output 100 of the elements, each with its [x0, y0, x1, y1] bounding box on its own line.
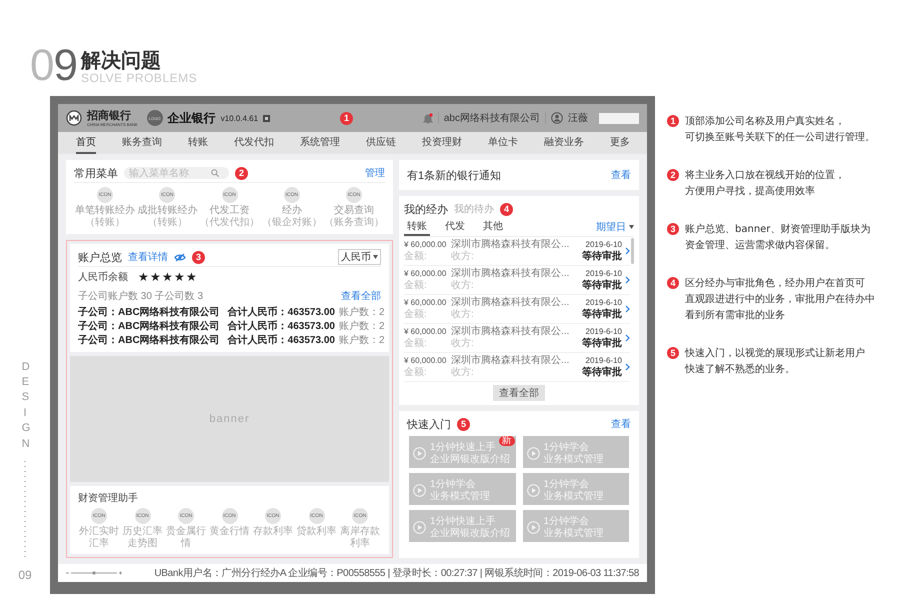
tool-item[interactable]: 离岸存款利率 [340, 526, 380, 550]
menu-item-category: （账务查询） [324, 217, 384, 229]
menu-item-category: （转账） [85, 217, 125, 229]
menu-item[interactable]: 代发工资 [210, 205, 250, 217]
note-text: 直观跟进进行中的业务，审批用户在待办中 [685, 292, 875, 307]
menu-item[interactable]: 成批转账经办 [137, 205, 198, 217]
view-link[interactable]: 查看 [611, 417, 631, 431]
note-text: 快速入门，以视觉的展现形式让新老用户 [685, 346, 865, 361]
caret-icon [373, 255, 378, 259]
status-text: UBank用户名：广州分行经办A 企业编号：P00558555 | 登录时长：00:27:37 | 网银系统时间：2019-06-03 11:37:58 [154, 566, 639, 580]
square-icon [263, 114, 270, 122]
nav-tab[interactable]: 转账 [188, 132, 208, 154]
card-title: 账户总览 [78, 250, 122, 264]
nav-tab[interactable]: 首页 [76, 132, 96, 154]
number-badge: 4 [667, 277, 679, 289]
number-badge: 1 [340, 112, 353, 124]
due-date: 2019-6-10 [586, 268, 622, 279]
chevron-right-icon [625, 276, 630, 284]
payee-label: 收方: [451, 309, 475, 321]
product-name: 企业银行 [168, 110, 216, 126]
amount: ¥ 60,000.00 [404, 355, 448, 366]
chevron-right-icon [625, 334, 630, 342]
subsidiary-name: 子公司：ABC网络科技有限公司 [78, 320, 220, 333]
due-date: 2019-6-10 [586, 355, 622, 366]
eye-slash-icon[interactable] [174, 252, 186, 262]
view-all-link[interactable]: 查看全部 [341, 289, 381, 303]
amount: ¥ 60,000.00 [404, 268, 448, 280]
nav-tab[interactable]: 账务查询 [122, 132, 162, 154]
balance-value: ★★★★★ [138, 270, 198, 284]
note-text: 资金管理、运营需求做内容保留。 [685, 238, 836, 253]
number-badge: 4 [500, 202, 513, 216]
nav-tab[interactable]: 投资理财 [422, 132, 462, 154]
currency-select[interactable]: 人民币 [338, 249, 381, 265]
task-row[interactable]: ¥ 60,000.00 金额: 深圳市腾格森科技有限公... 收方: 2019-6-10 等待审批 [404, 295, 630, 324]
menu-item[interactable]: 单笔转账经办 [75, 205, 135, 217]
status-text: 等待审批 [582, 251, 622, 263]
subsidiary-name: 子公司：ABC网络科技有限公司 [78, 306, 220, 319]
nav-tab[interactable]: 单位卡 [488, 132, 518, 154]
payee: 深圳市腾格森科技有限公... [451, 297, 570, 308]
zoom-slider-icon[interactable] [66, 570, 122, 576]
user-icon [551, 112, 563, 124]
subsidiary-name: 子公司：ABC网络科技有限公司 [78, 334, 220, 347]
nav-tab[interactable]: 融资业务 [544, 132, 584, 154]
payee: 深圳市腾格森科技有限公... [451, 326, 570, 338]
tool-item[interactable]: 外汇实时汇率 [79, 526, 119, 550]
amount-label: 金额: [404, 367, 428, 379]
number-badge: 2 [235, 166, 248, 180]
company-switcher[interactable]: abc网络科技有限公司 [444, 111, 540, 125]
section-number: 09 [30, 44, 77, 88]
manage-link[interactable]: 管理 [365, 166, 385, 180]
total-amount: 合计人民币：463573.00 [228, 334, 335, 347]
nav-tab[interactable]: 系统管理 [300, 132, 340, 154]
category-tab[interactable]: 代发 [442, 218, 468, 236]
task-row[interactable]: ¥ 60,000.00 金额: 深圳市腾格森科技有限公... 收方: 2019-6-10 等待审批 [404, 353, 630, 382]
category-tab[interactable]: 转账 [404, 218, 430, 236]
note-text: 区分经办与审批角色，经办用户在首页可 [685, 276, 866, 291]
user-name[interactable]: 汪薇 [568, 111, 588, 125]
task-row[interactable]: ¥ 60,000.00 金额: 深圳市腾格森科技有限公... 收方: 2019-6-10 等待审批 [404, 324, 630, 353]
view-all-button[interactable]: 查看全部 [493, 385, 545, 401]
note-text: 可切换至账号关联下的任一公司进行管理。 [685, 130, 875, 145]
category-tab[interactable]: 其他 [480, 218, 506, 236]
chevron-right-icon [625, 247, 630, 255]
total-amount: 合计人民币：463573.00 [228, 306, 335, 319]
menu-item[interactable]: 经办 [282, 205, 302, 217]
bell-icon[interactable] [422, 112, 433, 124]
nav-tab[interactable]: 更多 [610, 132, 630, 154]
note-text: 将主业务入口放在视线开始的位置， [685, 168, 845, 183]
chevron-right-icon [625, 363, 630, 371]
task-row[interactable]: ¥ 60,000.00 金额: 深圳市腾格森科技有限公... 收方: 2019-6-10 等待审批 [404, 237, 630, 266]
card-title: 财资管理助手 [78, 492, 139, 505]
nav-tab[interactable]: 供应链 [366, 132, 396, 154]
nav-tab[interactable]: 代发代扣 [234, 132, 274, 154]
note-text: 方便用户寻找，提高使用效率 [685, 184, 816, 199]
menu-item[interactable]: 交易查询 [334, 205, 374, 217]
number-badge: 5 [457, 418, 470, 430]
total-amount: 合计人民币：463573.00 [228, 320, 335, 333]
due-date: 2019-6-10 [586, 239, 622, 250]
amount-label: 金额: [404, 338, 428, 350]
caret-icon [629, 225, 634, 229]
details-link[interactable]: 查看详情 [128, 250, 168, 264]
notice-text: 有1条新的银行通知 [407, 168, 502, 182]
page-number: 09 [18, 568, 32, 582]
number-badge: 3 [667, 223, 679, 235]
payee-label: 收方: [451, 338, 475, 350]
bank-logo-icon [66, 110, 82, 126]
sort-dropdown[interactable]: 期望日 [596, 218, 634, 236]
play-icon [413, 484, 426, 497]
number-badge: 5 [667, 347, 679, 359]
task-row[interactable]: ¥ 60,000.00 金额: 深圳市腾格森科技有限公... 收方: 2019-6-10 等待审批 [404, 266, 630, 295]
payee: 深圳市腾格森科技有限公... [451, 239, 570, 250]
chevron-right-icon [625, 305, 630, 313]
scrollbar[interactable] [631, 238, 634, 264]
note-text: 顶部添加公司名称及用户真实姓名， [685, 114, 846, 129]
version-label: v10.0.4.61 [220, 114, 258, 122]
tasks-tab[interactable]: 我的经办 [404, 202, 448, 216]
card-title: 常用菜单 [74, 166, 118, 180]
account-count: 账户数：2 [338, 334, 385, 347]
note-text: 账户总览、banner、财资管理助手版块为 [685, 222, 870, 237]
amount-label: 金额: [404, 309, 428, 321]
view-link[interactable]: 查看 [611, 168, 631, 182]
